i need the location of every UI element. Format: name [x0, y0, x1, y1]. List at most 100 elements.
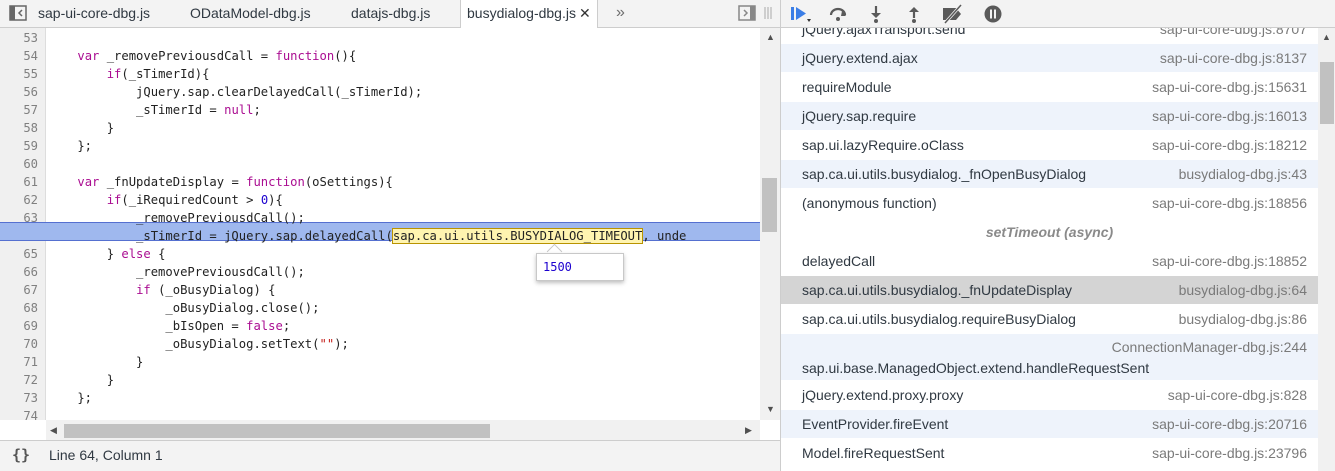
call-frame-function: jQuery.ajaxTransport.send: [802, 28, 966, 37]
line-number[interactable]: 72: [0, 371, 38, 389]
code-line[interactable]: _oBusyDialog.close();: [48, 299, 319, 317]
code-line[interactable]: jQuery.sap.clearDelayedCall(_sTimerId);: [48, 83, 422, 101]
value-tooltip: 1500: [536, 253, 624, 281]
code-line[interactable]: var _fnUpdateDisplay = function(oSetting…: [48, 173, 393, 191]
step-into-icon[interactable]: [868, 4, 884, 29]
call-frame-function: jQuery.extend.proxy.proxy: [802, 387, 964, 403]
line-number[interactable]: 61: [0, 173, 38, 191]
call-frame[interactable]: sap.ui.lazyRequire.oClass sap-ui-core-dbg…: [781, 131, 1318, 160]
tab-sap-ui-core[interactable]: sap-ui-core-dbg.js: [38, 0, 150, 27]
call-frame[interactable]: EventProvider.fireEvent sap-ui-core-dbg.j…: [781, 410, 1318, 439]
code-line[interactable]: _removePreviousdCall();: [48, 263, 305, 281]
line-number[interactable]: 69: [0, 317, 38, 335]
call-frame-location[interactable]: sap-ui-core-dbg.js:8137: [1160, 50, 1307, 66]
code-line[interactable]: };: [48, 137, 92, 155]
editor-tab-bar: sap-ui-core-dbg.js ODataModel-dbg.js dat…: [0, 0, 780, 28]
deactivate-breakpoints-icon[interactable]: [941, 4, 965, 29]
call-stack-scroll-thumb[interactable]: [1320, 62, 1334, 124]
code-line[interactable]: };: [48, 389, 92, 407]
line-number[interactable]: 73: [0, 389, 38, 407]
call-frame-location[interactable]: sap-ui-core-dbg.js:15631: [1152, 79, 1307, 95]
line-number[interactable]: 70: [0, 335, 38, 353]
code-line[interactable]: _sTimerId = null;: [48, 101, 261, 119]
call-frame-location[interactable]: sap-ui-core-dbg.js:8707: [1160, 28, 1307, 37]
code-line[interactable]: } else {: [48, 245, 166, 263]
line-number[interactable]: 71: [0, 353, 38, 371]
editor-vertical-scroll-thumb[interactable]: [762, 178, 777, 232]
editor-horizontal-scroll-thumb[interactable]: [64, 424, 490, 438]
call-frame[interactable]: jQuery.sap.require sap-ui-core-dbg.js:160…: [781, 102, 1318, 131]
line-number[interactable]: 53: [0, 29, 38, 47]
close-tab-icon[interactable]: ✕: [579, 5, 591, 21]
scroll-left-arrow-icon[interactable]: ◀: [50, 425, 57, 436]
call-frame-function: jQuery.sap.require: [802, 108, 917, 124]
code-line[interactable]: }: [48, 353, 143, 371]
code-line[interactable]: var _removePreviousdCall = function(){: [48, 47, 356, 65]
call-frame[interactable]: (anonymous function) sap-ui-core-dbg.js:1…: [781, 189, 1318, 218]
call-frame[interactable]: delayedCall sap-ui-core-dbg.js:18852: [781, 247, 1318, 276]
call-frame[interactable]: sap.ca.ui.utils.busydialog._fnUpdateDisp…: [781, 276, 1318, 305]
step-out-icon[interactable]: [906, 4, 922, 29]
line-number[interactable]: 54: [0, 47, 38, 65]
call-frame-location[interactable]: sap-ui-core-dbg.js:18212: [1152, 137, 1307, 153]
call-frame-location[interactable]: sap-ui-core-dbg.js:828: [1168, 387, 1307, 403]
pretty-print-button[interactable]: {}: [12, 446, 30, 464]
call-frame[interactable]: sap.ca.ui.utils.busydialog._fnOpenBusyDi…: [781, 160, 1318, 189]
call-frame[interactable]: requireModule sap-ui-core-dbg.js:15631: [781, 73, 1318, 102]
code-line[interactable]: _bIsOpen = false;: [48, 317, 290, 335]
code-line[interactable]: _removePreviousdCall();: [48, 209, 305, 227]
pause-on-exceptions-icon[interactable]: [983, 4, 1003, 29]
line-number[interactable]: 57: [0, 101, 38, 119]
code-line[interactable]: _oBusyDialog.setText("");: [48, 335, 348, 353]
line-number[interactable]: 62: [0, 191, 38, 209]
call-frame[interactable]: Model.fireRequestSent sap-ui-core-dbg.js:…: [781, 439, 1318, 468]
scroll-up-arrow-icon[interactable]: ▲: [1322, 32, 1331, 42]
more-tabs-icon[interactable]: »: [616, 4, 625, 22]
toggle-navigator-icon[interactable]: [9, 5, 27, 24]
tab-busydialog[interactable]: busydialog-dbg.js ✕: [460, 0, 598, 28]
code-line[interactable]: if (_oBusyDialog) {: [48, 281, 275, 299]
call-frame-location[interactable]: busydialog-dbg.js:86: [1179, 311, 1307, 327]
line-number[interactable]: 60: [0, 155, 38, 173]
line-number[interactable]: 59: [0, 137, 38, 155]
hovered-expression[interactable]: sap.ca.ui.utils.BUSYDIALOG_TIMEOUT: [391, 228, 644, 244]
status-bar: {} Line 64, Column 1: [0, 440, 780, 471]
scroll-right-arrow-icon[interactable]: ▶: [745, 425, 752, 436]
code-line[interactable]: if(_iRequiredCount > 0){: [48, 191, 283, 209]
call-frame-location[interactable]: sap-ui-core-dbg.js:20716: [1152, 416, 1307, 432]
tab-datajs[interactable]: datajs-dbg.js: [351, 0, 430, 27]
line-number[interactable]: 66: [0, 263, 38, 281]
call-frame-location[interactable]: busydialog-dbg.js:43: [1179, 166, 1307, 182]
line-number[interactable]: 55: [0, 65, 38, 83]
call-frame-location[interactable]: sap-ui-core-dbg.js:18856: [1152, 195, 1307, 211]
line-number[interactable]: 67: [0, 281, 38, 299]
call-frame[interactable]: jQuery.extend.ajax sap-ui-core-dbg.js:813…: [781, 44, 1318, 73]
line-number[interactable]: 58: [0, 119, 38, 137]
line-number[interactable]: 74: [0, 407, 38, 420]
call-frame-location[interactable]: sap-ui-core-dbg.js:16013: [1152, 108, 1307, 124]
debugger-toolbar: [781, 0, 1335, 28]
resume-icon[interactable]: [789, 4, 811, 29]
code-line[interactable]: if(_sTimerId){: [48, 65, 210, 83]
step-over-icon[interactable]: [828, 4, 848, 29]
code-line[interactable]: _sTimerId = jQuery.sap.delayedCall(sap.c…: [48, 227, 686, 245]
code-editor[interactable]: 5354555657585960616263646566676869707172…: [0, 28, 760, 420]
call-frame[interactable]: sap.ca.ui.utils.busydialog.requireBusyDi…: [781, 305, 1318, 334]
call-frame[interactable]: jQuery.extend.proxy.proxy sap-ui-core-dbg…: [781, 381, 1318, 410]
call-frame[interactable]: jQuery.ajaxTransport.send sap-ui-core-dbg…: [781, 28, 1318, 44]
call-frame-location[interactable]: sap-ui-core-dbg.js:23796: [1152, 445, 1307, 461]
call-frame-location[interactable]: busydialog-dbg.js:64: [1179, 282, 1307, 298]
code-line[interactable]: }: [48, 371, 114, 389]
scroll-down-arrow-icon[interactable]: ▼: [766, 404, 775, 414]
call-frame[interactable]: sap.ui.base.ManagedObject.extend.handleR…: [781, 334, 1318, 381]
call-frame-location[interactable]: ConnectionManager-dbg.js:244: [1112, 339, 1307, 355]
line-number[interactable]: 56: [0, 83, 38, 101]
tab-odatamodel[interactable]: ODataModel-dbg.js: [190, 0, 311, 27]
scroll-up-arrow-icon[interactable]: ▲: [766, 32, 775, 42]
call-frame-location[interactable]: sap-ui-core-dbg.js:18852: [1152, 253, 1307, 269]
code-line[interactable]: }: [48, 119, 114, 137]
line-number[interactable]: 68: [0, 299, 38, 317]
toggle-debugger-icon[interactable]: [738, 5, 756, 24]
drag-handle-icon[interactable]: [763, 6, 773, 23]
line-number[interactable]: 65: [0, 245, 38, 263]
